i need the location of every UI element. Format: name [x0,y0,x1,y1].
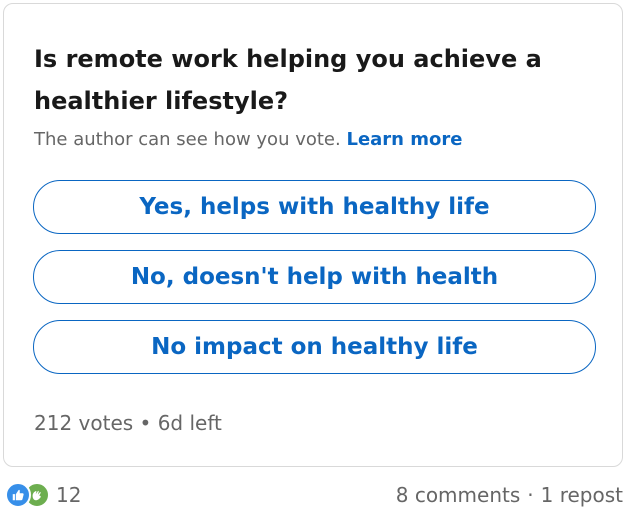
reactions-summary[interactable]: 12 [5,481,81,509]
visibility-text: The author can see how you vote. [34,129,341,150]
reaction-count: 12 [56,483,82,507]
poll-meta: 212 votes • 6d left [34,409,222,437]
comments-link[interactable]: 8 comments [396,483,521,507]
poll-question: Is remote work helping you achieve a hea… [34,45,542,115]
social-counts-bar: 12 8 comments · 1 repost [0,476,628,514]
like-icon [5,482,31,508]
learn-more-link[interactable]: Learn more [346,129,462,150]
vote-visibility-note: The author can see how you vote. Learn m… [34,127,462,153]
poll-card: Is remote work helping you achieve a hea… [3,3,623,467]
engagement-separator: · [527,483,534,507]
poll-option-no-impact-button[interactable]: No impact on healthy life [33,320,596,374]
poll-option-yes-button[interactable]: Yes, helps with healthy life [33,180,596,234]
poll-option-no-button[interactable]: No, doesn't help with health [33,250,596,304]
meta-separator: • [139,411,152,435]
time-left: 6d left [157,411,222,435]
engagement-counts: 8 comments · 1 repost [396,481,623,509]
vote-count: 212 votes [34,411,134,435]
reposts-link[interactable]: 1 repost [541,483,623,507]
